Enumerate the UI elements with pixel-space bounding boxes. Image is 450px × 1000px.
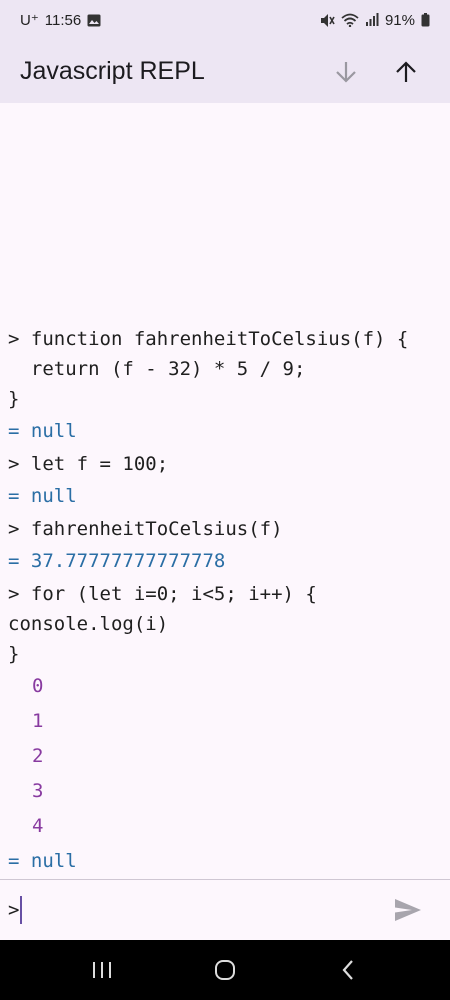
signal-icon: [365, 13, 379, 27]
scroll-down-icon: [336, 61, 356, 83]
status-left: U⁺ 11:56: [20, 11, 101, 29]
battery-label: 91%: [384, 11, 415, 29]
console-log-line: 3: [32, 780, 44, 802]
text-caret: [20, 896, 23, 924]
send-icon: [395, 899, 421, 921]
console-log-line: 4: [32, 815, 44, 837]
console-input-line: > for (let i=0; i<5; i++) {: [8, 583, 317, 605]
recents-button[interactable]: [72, 945, 132, 995]
input-bar: >: [0, 880, 450, 940]
recents-icon: [92, 962, 111, 978]
console-result-line: = null: [8, 850, 77, 872]
back-button[interactable]: [318, 945, 378, 995]
console-input-line: > function fahrenheitToCelsius(f) {: [8, 328, 409, 350]
home-icon: [214, 960, 235, 980]
console-input-line: }: [8, 643, 20, 665]
code-input[interactable]: >: [8, 896, 384, 924]
console-input-line: }: [8, 388, 20, 410]
app-title: Javascript REPL: [20, 57, 205, 85]
time-label: 11:56: [44, 11, 82, 29]
wifi-icon: [341, 13, 359, 27]
console-input-line: > let f = 100;: [8, 453, 169, 475]
system-nav-bar: [0, 940, 450, 1000]
scroll-down-button[interactable]: [322, 48, 370, 96]
gallery-icon: [87, 14, 101, 27]
console-output[interactable]: > function fahrenheitToCelsius(f) { retu…: [0, 103, 450, 879]
home-button[interactable]: [195, 945, 255, 995]
repl-screen: U⁺ 11:56 91% Javascript REPL > function …: [0, 0, 450, 1000]
prompt-symbol: >: [8, 899, 20, 921]
app-bar: Javascript REPL: [0, 40, 450, 103]
console-result-line: = null: [8, 420, 77, 442]
scroll-up-icon: [396, 60, 416, 82]
battery-icon: [421, 13, 430, 27]
console-result-line: = null: [8, 485, 77, 507]
mute-icon: [319, 13, 335, 28]
console-log-line: 1: [32, 710, 44, 732]
status-bar: U⁺ 11:56 91%: [0, 0, 450, 40]
console-input-line: return (f - 32) * 5 / 9;: [8, 358, 306, 380]
console-log-line: 0: [32, 675, 44, 697]
status-right: 91%: [319, 12, 430, 29]
carrier-label: U⁺: [20, 12, 39, 29]
console-result-line: = 37.77777777777778: [8, 550, 226, 572]
console-log-line: 2: [32, 745, 44, 767]
console-input-line: > fahrenheitToCelsius(f): [8, 518, 283, 540]
console-input-line: console.log(i): [8, 613, 169, 635]
send-button[interactable]: [384, 886, 432, 934]
scroll-up-button[interactable]: [382, 48, 430, 96]
back-icon: [342, 960, 354, 980]
console-log: > function fahrenheitToCelsius(f) { retu…: [0, 324, 450, 879]
